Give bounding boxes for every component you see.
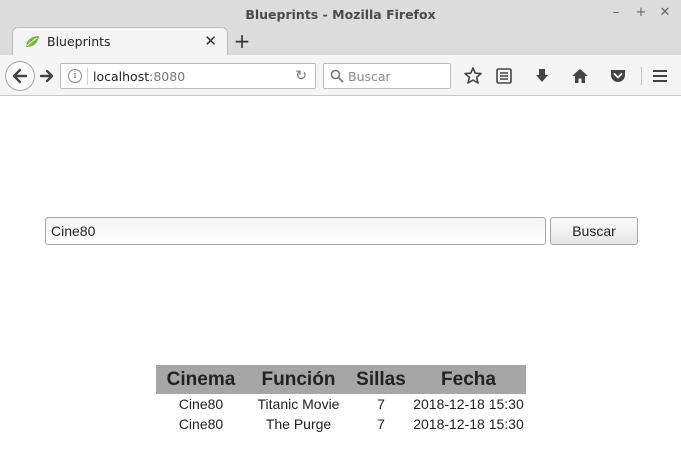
tab-close-icon[interactable]: ✕ [204, 32, 217, 50]
table-cell: 7 [377, 416, 385, 432]
pocket-icon[interactable] [608, 66, 628, 86]
tab-strip: Blueprints ✕ + [0, 27, 681, 55]
table-row: Cine80 The Purge 7 2018-12-18 15:30 [156, 414, 526, 434]
forward-icon[interactable] [37, 66, 57, 86]
close-window-icon[interactable]: ✕ [657, 5, 673, 21]
column-header: Fecha [411, 365, 526, 394]
table-header-row: Cinema Función Sillas Fecha [156, 365, 526, 394]
table-cell: 2018-12-18 15:30 [413, 416, 524, 432]
functions-table: Cinema Función Sillas Fecha Cine80 Titan… [156, 365, 526, 434]
maximize-icon[interactable]: + [633, 5, 649, 21]
cinema-name-input[interactable] [45, 217, 546, 245]
table-cell: Cine80 [178, 396, 224, 412]
bookmark-star-icon[interactable] [463, 66, 483, 86]
url-text[interactable]: localhost:8080 [93, 69, 185, 84]
tab-label: Blueprints [47, 34, 111, 49]
column-header: Cinema [156, 365, 246, 394]
table-cell: Titanic Movie [257, 396, 340, 412]
search-button[interactable]: Buscar [550, 217, 638, 245]
info-icon[interactable]: i [68, 69, 82, 83]
back-icon [12, 68, 28, 84]
window-titlebar: Blueprints - Mozilla Firefox – + ✕ [0, 0, 681, 27]
new-tab-icon[interactable]: + [232, 29, 252, 53]
download-icon[interactable] [532, 66, 552, 86]
toolbar-divider [641, 67, 642, 85]
home-icon[interactable] [570, 66, 590, 86]
table-cell: 7 [377, 396, 385, 412]
reload-icon[interactable]: ↻ [295, 68, 307, 84]
nav-toolbar: i localhost:8080 ↻ [0, 55, 681, 96]
table-cell: Cine80 [178, 416, 224, 432]
reading-list-icon[interactable] [494, 66, 514, 86]
window-title: Blueprints - Mozilla Firefox [245, 7, 436, 22]
table-cell: 2018-12-18 15:30 [413, 396, 524, 412]
search-icon [330, 69, 344, 83]
browser-search-input[interactable] [348, 67, 446, 85]
url-port: :8080 [149, 69, 186, 84]
url-bar[interactable]: i localhost:8080 ↻ [60, 63, 316, 89]
table-row: Cine80 Titanic Movie 7 2018-12-18 15:30 [156, 394, 526, 414]
page-content: Buscar Cinema Función Sillas Fecha Cine8… [0, 96, 681, 459]
leaf-favicon-icon [26, 36, 39, 47]
url-host: localhost [93, 69, 150, 84]
browser-search-bar[interactable] [323, 63, 451, 89]
tab-blueprints[interactable]: Blueprints ✕ [12, 27, 228, 55]
column-header: Sillas [351, 365, 411, 394]
url-separator [87, 68, 88, 85]
table-cell: The Purge [265, 416, 332, 432]
column-header: Función [246, 365, 351, 394]
minimize-icon[interactable]: – [608, 5, 624, 21]
back-button[interactable] [5, 61, 35, 91]
menu-icon[interactable] [650, 66, 670, 86]
